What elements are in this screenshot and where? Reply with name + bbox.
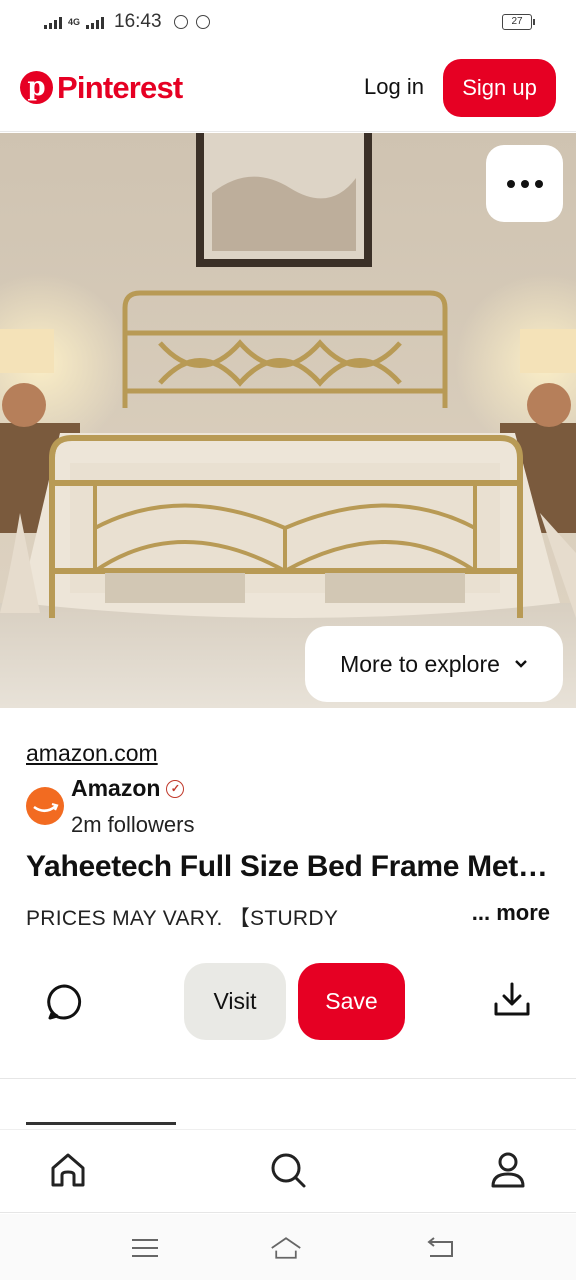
pinterest-logo-text: Pinterest bbox=[57, 69, 183, 105]
signal-icon-2 bbox=[86, 15, 105, 29]
source-link[interactable]: amazon.com bbox=[26, 740, 158, 767]
search-icon[interactable] bbox=[268, 1150, 308, 1190]
more-to-explore-label: More to explore bbox=[340, 650, 500, 677]
pinterest-logo-mark: p bbox=[20, 71, 53, 104]
brand-name-label: Amazon bbox=[71, 775, 161, 801]
visit-button[interactable]: Visit bbox=[184, 963, 286, 1040]
back-icon[interactable] bbox=[424, 1234, 456, 1262]
clock: 16:43 bbox=[114, 11, 162, 32]
battery-icon: 27 bbox=[502, 14, 535, 30]
brand-name[interactable]: Amazon ✓ bbox=[71, 775, 185, 802]
save-button[interactable]: Save bbox=[298, 963, 405, 1040]
more-to-explore-button[interactable]: More to explore bbox=[305, 626, 563, 702]
bottom-nav bbox=[0, 1129, 576, 1213]
menu-icon[interactable] bbox=[129, 1234, 161, 1262]
more-dots-icon bbox=[506, 179, 515, 188]
login-link[interactable]: Log in bbox=[364, 74, 424, 100]
amazon-smile-icon bbox=[33, 802, 59, 813]
system-home-icon[interactable] bbox=[270, 1234, 302, 1262]
app-header: p Pinterest Log in Sign up bbox=[0, 44, 576, 132]
profile-icon[interactable] bbox=[488, 1150, 528, 1190]
download-icon[interactable] bbox=[492, 980, 532, 1020]
pin-description: PRICES MAY VARY. 【STURDY bbox=[26, 907, 339, 930]
whatsapp-icon-2 bbox=[195, 15, 210, 29]
pinterest-logo[interactable]: p Pinterest bbox=[20, 69, 183, 106]
section-divider bbox=[0, 1078, 576, 1079]
bedroom-image bbox=[0, 133, 576, 708]
dot bbox=[520, 179, 529, 188]
status-left: 4G 16:43 bbox=[44, 11, 210, 33]
signal-icon bbox=[44, 15, 62, 29]
network-type: 4G bbox=[68, 16, 81, 27]
system-nav-bar bbox=[0, 1214, 576, 1280]
chevron-down-icon bbox=[515, 660, 527, 668]
pin-title: Yaheetech Full Size Bed Frame Met… bbox=[26, 850, 548, 883]
whatsapp-icon bbox=[173, 15, 188, 29]
amazon-avatar[interactable] bbox=[26, 787, 64, 825]
signup-button[interactable]: Sign up bbox=[443, 59, 556, 117]
more-options-button[interactable] bbox=[486, 145, 563, 222]
home-icon[interactable] bbox=[48, 1150, 88, 1190]
pin-image[interactable]: More to explore bbox=[0, 133, 576, 708]
status-bar: 4G 16:43 27 bbox=[0, 0, 576, 44]
follower-count: 2m followers bbox=[71, 812, 195, 837]
dot bbox=[534, 179, 543, 188]
read-more-link[interactable]: ... more bbox=[472, 900, 550, 926]
verified-icon: ✓ bbox=[166, 779, 185, 798]
comment-icon[interactable] bbox=[45, 983, 83, 1021]
